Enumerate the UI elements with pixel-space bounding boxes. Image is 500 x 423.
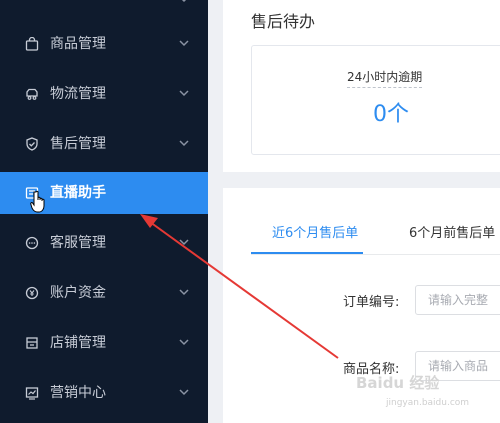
- sidebar-item-marketing[interactable]: 营销中心: [0, 372, 208, 414]
- order-number-input[interactable]: [415, 285, 500, 315]
- tab-before-6-months[interactable]: 6个月前售后单: [409, 222, 495, 241]
- chevron-down-icon: [178, 0, 190, 5]
- chevron-down-icon: [178, 336, 190, 348]
- chat-icon: [24, 235, 40, 251]
- watermark-brand: Baidu 经验: [356, 374, 440, 392]
- tab-divider: [251, 254, 500, 255]
- chevron-down-icon: [178, 137, 190, 149]
- sidebar-item-label: 营销中心: [50, 385, 106, 401]
- sidebar-item-account-funds[interactable]: 账户资金: [0, 272, 208, 314]
- sidebar-item-label: 直播助手: [50, 185, 106, 201]
- truck-icon: [24, 86, 40, 102]
- tab-recent-6-months[interactable]: 近6个月售后单: [272, 222, 358, 241]
- chevron-down-icon: [178, 87, 190, 99]
- chevron-down-icon: [178, 236, 190, 248]
- sidebar-item-label: 商品管理: [50, 36, 106, 52]
- sidebar-item-store[interactable]: 店铺管理: [0, 322, 208, 364]
- section-title: 售后待办: [251, 12, 316, 31]
- sidebar: 商品管理 物流管理 售后管理 直播助手 客服管理 账户资金 店铺管理 营销中心: [0, 0, 208, 423]
- sidebar-item-label: 账户资金: [50, 285, 106, 301]
- sidebar-item-partial[interactable]: [0, 0, 208, 21]
- sidebar-item-label: 店铺管理: [50, 335, 106, 351]
- store-icon: [24, 335, 40, 351]
- sidebar-item-customer-service[interactable]: 客服管理: [0, 222, 208, 264]
- stat-value[interactable]: 0个: [373, 96, 409, 128]
- sidebar-item-aftersales[interactable]: 售后管理: [0, 123, 208, 165]
- chevron-down-icon: [178, 286, 190, 298]
- stat-label[interactable]: 24小时内逾期: [347, 68, 423, 88]
- bag-icon: [24, 36, 40, 52]
- coin-icon: [24, 285, 40, 301]
- watermark-url: jingyan.baidu.com: [386, 398, 470, 408]
- sidebar-item-label: 售后管理: [50, 136, 106, 152]
- chevron-down-icon: [178, 386, 190, 398]
- sidebar-item-label: 物流管理: [50, 86, 106, 102]
- order-number-label: 订单编号:: [343, 295, 400, 310]
- sidebar-item-logistics[interactable]: 物流管理: [0, 73, 208, 115]
- chart-icon: [24, 385, 40, 401]
- chevron-down-icon: [178, 37, 190, 49]
- hand-cursor-icon: [30, 190, 48, 218]
- sidebar-item-label: 客服管理: [50, 235, 106, 251]
- shield-icon: [24, 136, 40, 152]
- sidebar-item-products[interactable]: 商品管理: [0, 23, 208, 65]
